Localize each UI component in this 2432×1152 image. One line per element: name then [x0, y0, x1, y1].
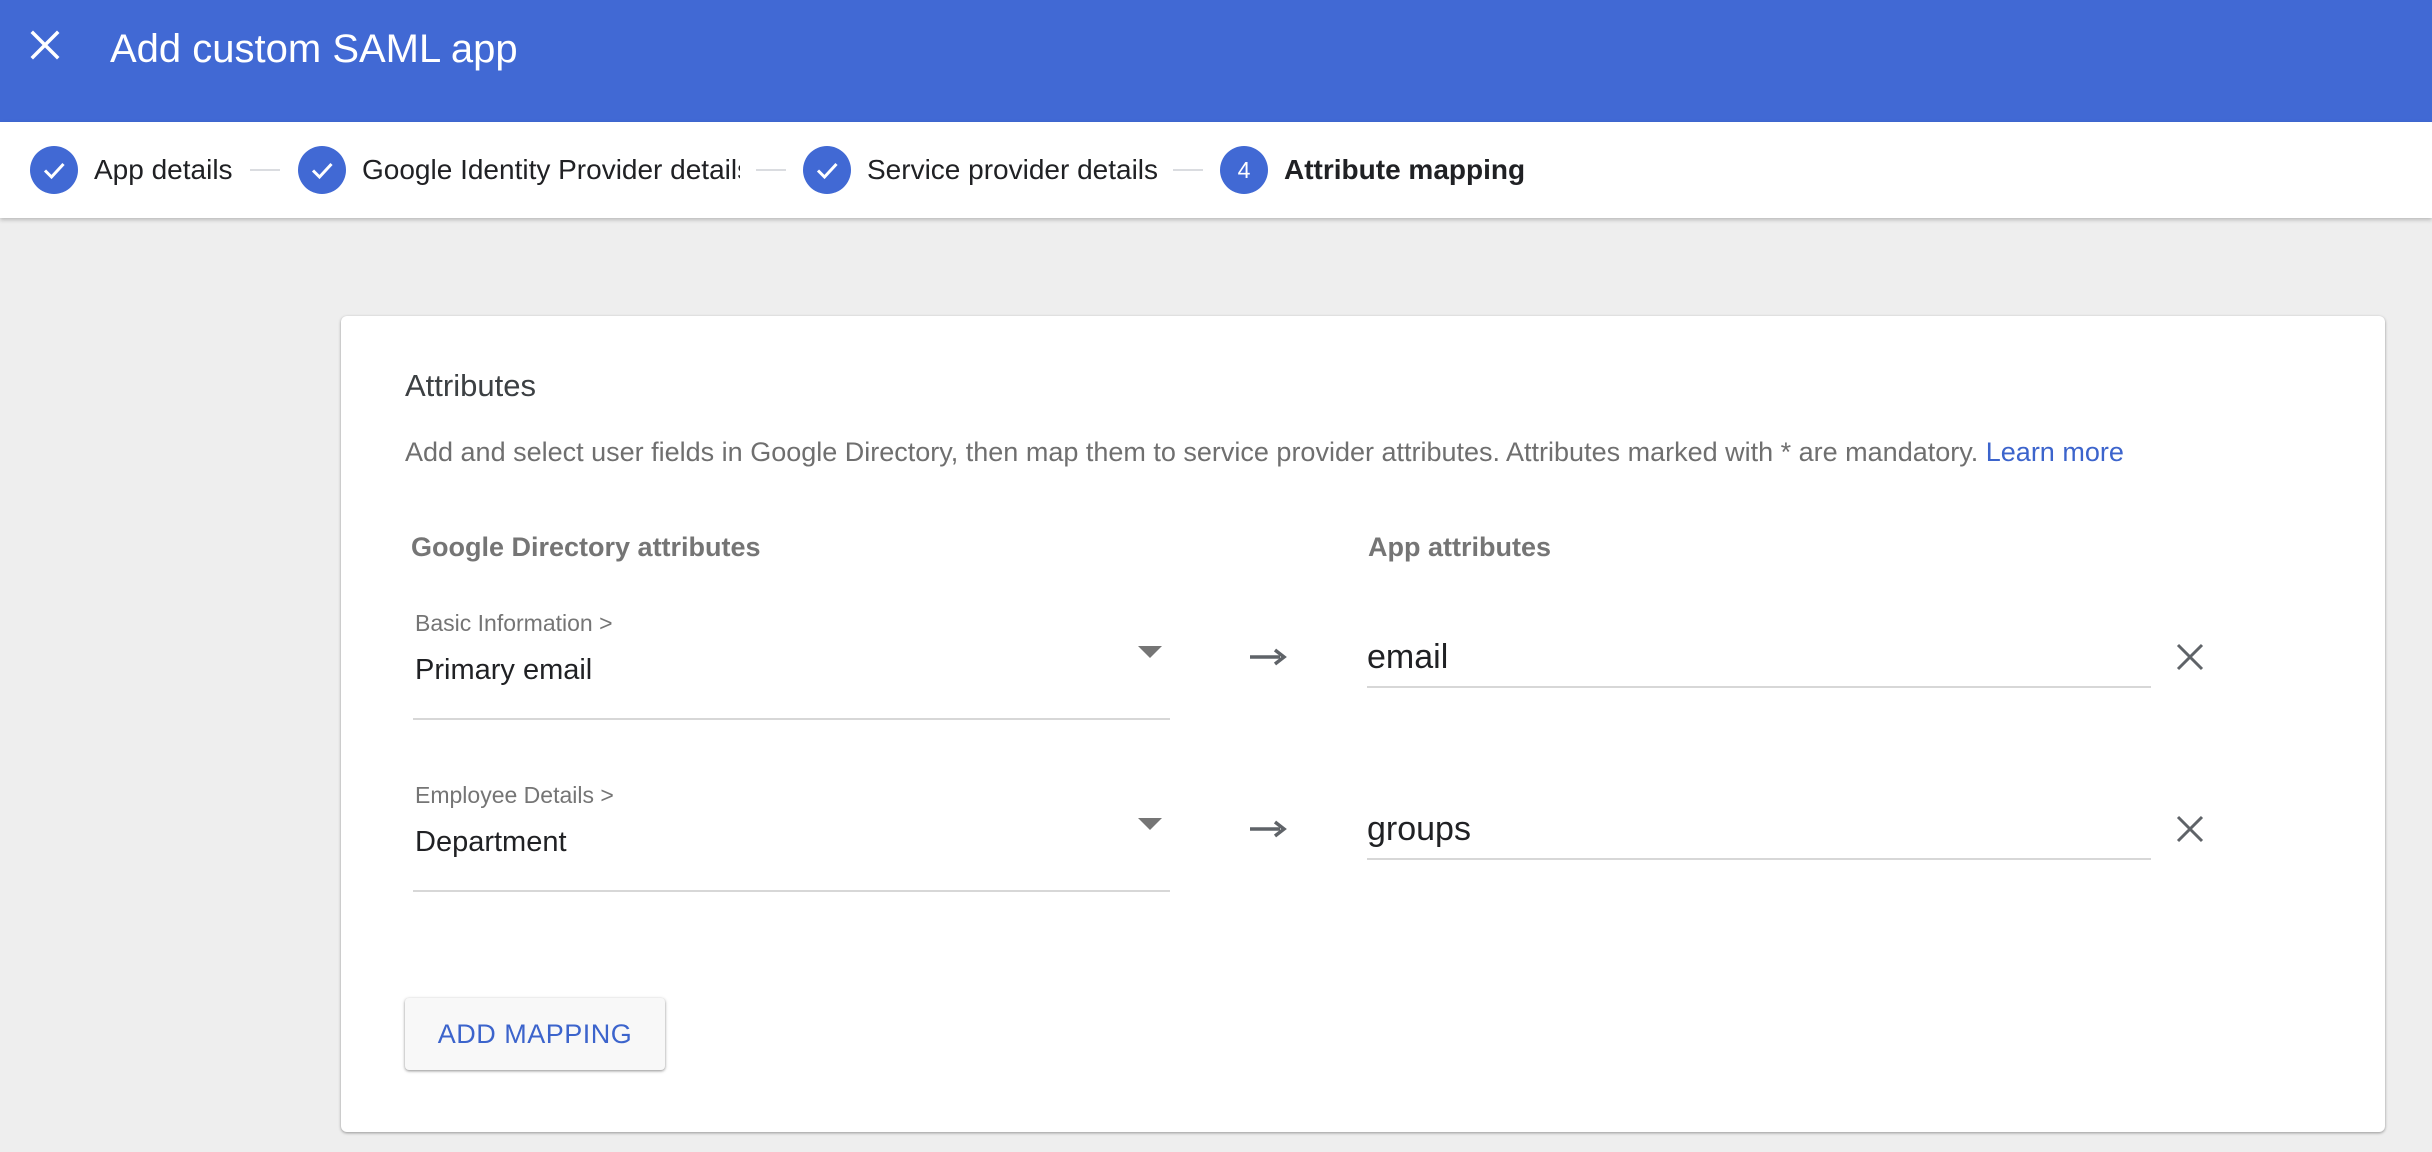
step-label-service-provider-details[interactable]: Service provider details [867, 148, 1158, 192]
google-directory-attributes-header: Google Directory attributes [411, 532, 761, 562]
learn-more-link[interactable]: Learn more [1986, 437, 2124, 467]
remove-mapping-button-2[interactable] [2163, 802, 2217, 856]
app-attributes-header: App attributes [1368, 532, 1552, 562]
step-1-check-icon[interactable] [30, 146, 78, 194]
check-icon [43, 162, 65, 180]
google-attribute-select-1[interactable]: Basic Information > Primary email [413, 608, 1170, 720]
check-icon [816, 162, 838, 180]
arrow-right-icon [1250, 820, 1287, 838]
google-attribute-select-2[interactable]: Employee Details > Department [413, 780, 1170, 892]
step-separator [1173, 169, 1203, 171]
close-button[interactable] [22, 22, 68, 68]
section-title: Attributes [405, 368, 536, 403]
step-label-app-details[interactable]: App details [94, 148, 233, 192]
section-description: Add and select user fields in Google Dir… [405, 432, 2124, 472]
step-label-attribute-mapping[interactable]: Attribute mapping [1284, 148, 1525, 192]
stepper: App details Google Identity Provider det… [0, 122, 2432, 218]
top-app-bar: Add custom SAML app [0, 0, 2432, 122]
check-icon [311, 162, 333, 180]
remove-mapping-button-1[interactable] [2163, 630, 2217, 684]
step-label-google-idp-details[interactable]: Google Identity Provider details [362, 148, 740, 192]
description-text: Add and select user fields in Google Dir… [405, 437, 1979, 467]
step-2-check-icon[interactable] [298, 146, 346, 194]
page-title: Add custom SAML app [110, 27, 518, 71]
arrow-right-icon [1250, 648, 1287, 666]
select-value: Primary email [415, 654, 593, 686]
step-4-number[interactable]: 4 [1220, 146, 1268, 194]
close-icon [2176, 815, 2204, 843]
dropdown-arrow-icon [1138, 646, 1162, 658]
attributes-card: Attributes Add and select user fields in… [341, 316, 2385, 1132]
app-attribute-input-1[interactable] [1367, 636, 2151, 688]
select-value: Department [415, 826, 567, 858]
step-separator [756, 169, 786, 171]
add-mapping-button[interactable]: ADD MAPPING [405, 998, 665, 1070]
step-3-check-icon[interactable] [803, 146, 851, 194]
close-icon [2176, 643, 2204, 671]
app-attribute-input-2[interactable] [1367, 808, 2151, 860]
close-icon [30, 30, 60, 60]
select-category: Basic Information > [415, 610, 613, 636]
step-separator [250, 169, 280, 171]
dropdown-arrow-icon [1138, 818, 1162, 830]
select-category: Employee Details > [415, 782, 614, 808]
